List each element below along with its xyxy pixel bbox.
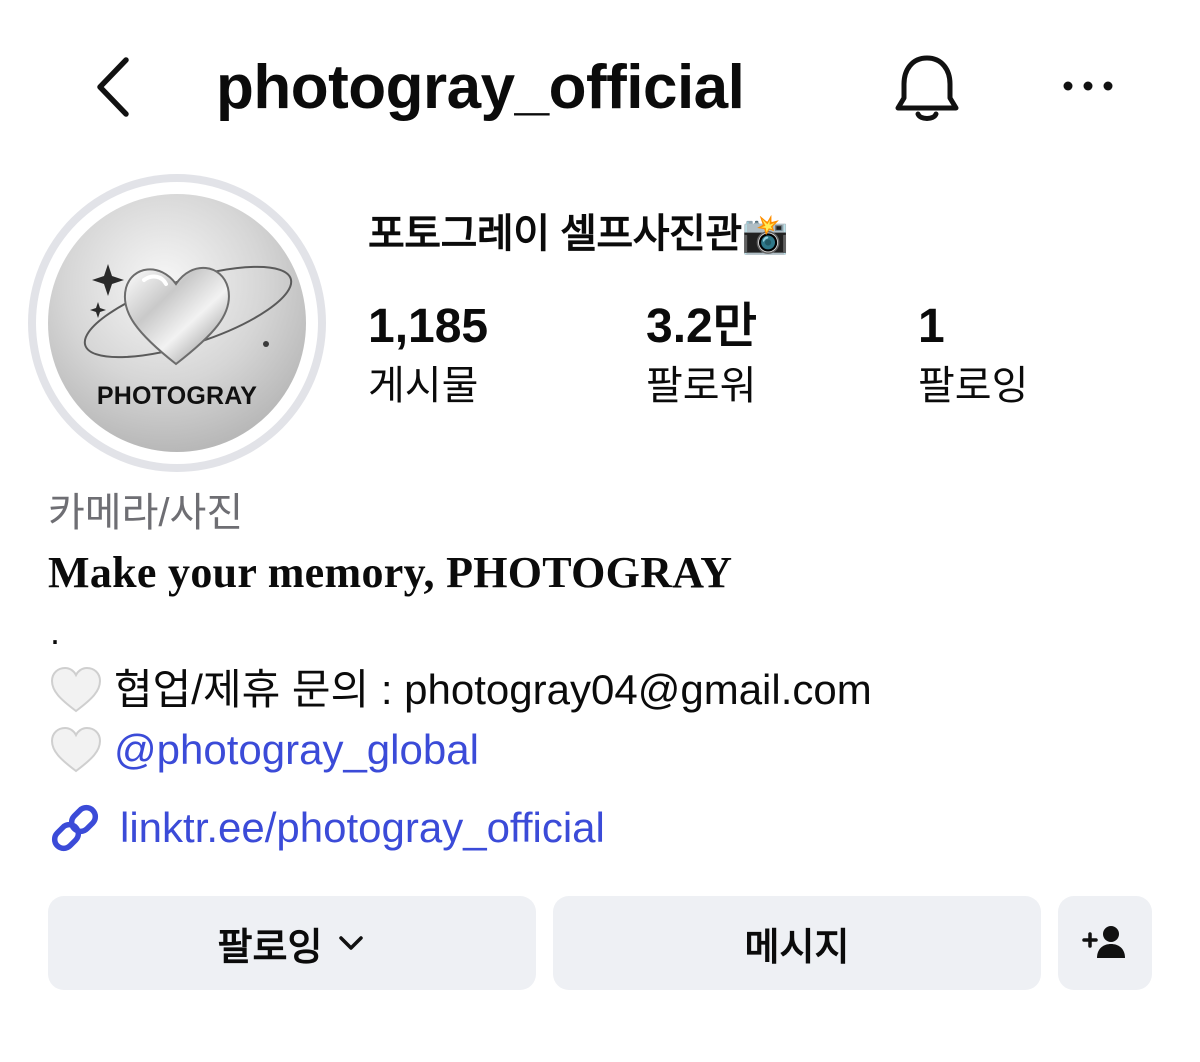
link-icon	[51, 804, 99, 852]
chrome-heart-logo	[83, 264, 293, 366]
profile-external-link[interactable]: linktr.ee/photogray_official	[48, 800, 605, 856]
bio-mention-line: @photogray_global	[48, 722, 479, 778]
stat-followers-label: 팔로워	[646, 364, 757, 408]
avatar-brand-text: PHOTOGRAY	[96, 382, 258, 410]
stat-posts-label: 게시물	[368, 364, 479, 408]
back-chevron-icon[interactable]	[88, 52, 140, 122]
stat-followers-count: 3.2만	[646, 300, 757, 353]
white-heart-icon	[48, 725, 104, 775]
chevron-down-icon	[339, 936, 364, 950]
stat-following-label: 팔로잉	[918, 364, 1029, 408]
bio-contact-line: 협업/제휴 문의 : photogray04@gmail.com	[48, 662, 872, 718]
display-name: 포토그레이 셀프사진관📸	[368, 208, 789, 261]
bio-mention-link[interactable]: @photogray_global	[114, 722, 479, 778]
white-heart-icon	[48, 665, 104, 715]
stat-posts[interactable]: 1,185 게시물	[368, 298, 488, 414]
message-button[interactable]: 메시지	[553, 896, 1041, 990]
suggested-accounts-button[interactable]	[1058, 896, 1152, 990]
profile-username-title: photogray_official	[216, 53, 745, 122]
profile-link-text: linktr.ee/photogray_official	[120, 804, 605, 851]
bio-contact-text: 협업/제휴 문의 : photogray04@gmail.com	[114, 666, 872, 713]
following-button[interactable]: 팔로잉	[48, 896, 536, 990]
profile-avatar[interactable]: PHOTOGRAY	[28, 174, 326, 472]
stat-followers[interactable]: 3.2만 팔로워	[646, 298, 757, 414]
profile-category: 카메라/사진	[48, 491, 244, 535]
more-icon[interactable]	[1060, 66, 1116, 106]
bio-dot: .	[50, 611, 61, 652]
stat-following-count: 1	[918, 300, 945, 353]
following-button-label: 팔로잉	[217, 926, 323, 969]
stat-following[interactable]: 1 팔로잉	[918, 298, 1028, 414]
add-person-icon	[1082, 926, 1125, 958]
profile-page: photogray_official PHOTOGRAY 포토그레이 셀프사진관…	[0, 0, 1200, 1062]
bio-tagline: Make your memory, PHOTOGRAY	[48, 548, 733, 597]
bell-icon[interactable]	[890, 52, 964, 126]
camera-flash-emoji: 📸	[741, 214, 789, 256]
avatar-image: PHOTOGRAY	[48, 194, 306, 452]
display-name-text: 포토그레이 셀프사진관	[368, 212, 742, 256]
stat-posts-count: 1,185	[368, 300, 489, 353]
message-button-label: 메시지	[744, 926, 850, 969]
